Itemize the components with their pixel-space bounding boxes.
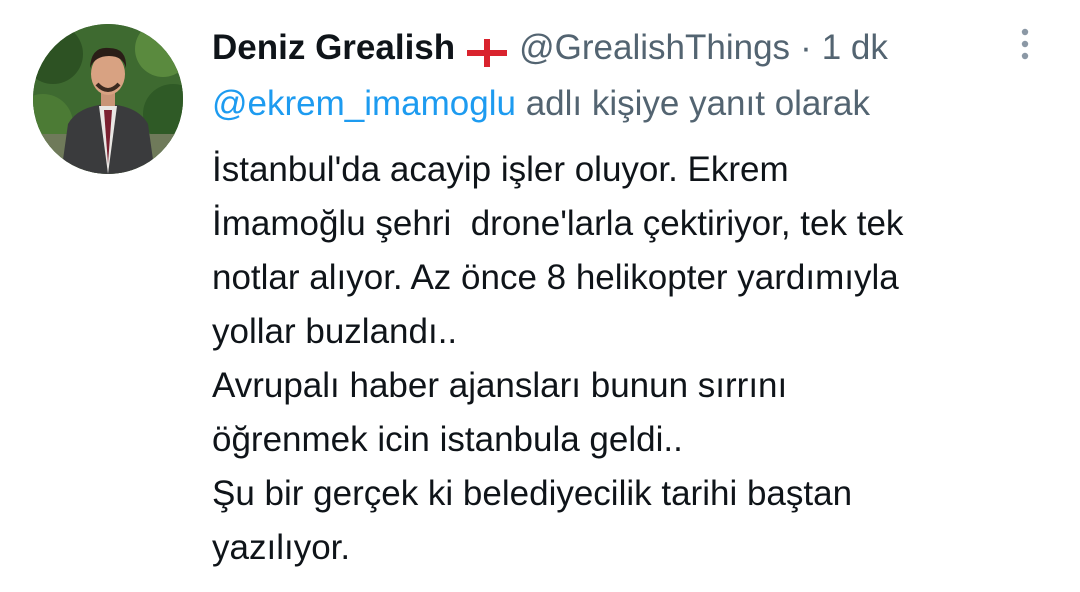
tweet-text-line: yollar buzlandı.. bbox=[212, 312, 458, 351]
tweet-header: Deniz Grealish @GrealishThings · 1 dk bbox=[212, 26, 888, 70]
vertical-ellipsis-icon bbox=[1021, 28, 1029, 60]
tweet-text-line: İmamoğlu şehri drone'larla çektiriyor, t… bbox=[212, 204, 904, 243]
reply-context: @ekrem_imamoglu adlı kişiye yanıt olarak bbox=[212, 82, 870, 126]
reply-suffix: adlı kişiye yanıt olarak bbox=[515, 84, 871, 123]
tweet-text-line: Şu bir gerçek ki belediyecilik tarihi ba… bbox=[212, 474, 853, 513]
separator: · bbox=[800, 28, 812, 67]
tweet-text-line: öğrenmek icin istanbula geldi.. bbox=[212, 420, 683, 459]
display-name[interactable]: Deniz Grealish bbox=[212, 26, 455, 70]
avatar-image bbox=[33, 24, 183, 174]
avatar[interactable] bbox=[33, 24, 183, 174]
tweet-text-line: Avrupalı haber ajansları bunun sırrını bbox=[212, 366, 788, 405]
timestamp[interactable]: 1 dk bbox=[822, 26, 888, 70]
more-options-button[interactable] bbox=[1010, 22, 1040, 66]
handle[interactable]: @GrealishThings bbox=[519, 26, 790, 70]
england-flag-icon bbox=[467, 34, 508, 67]
tweet[interactable]: Deniz Grealish @GrealishThings · 1 dk @e… bbox=[0, 0, 1080, 592]
reply-mention-link[interactable]: @ekrem_imamoglu bbox=[212, 84, 516, 123]
tweet-text: İstanbul'da acayip işler oluyor. Ekrem İ… bbox=[212, 143, 1052, 575]
tweet-text-line: İstanbul'da acayip işler oluyor. Ekrem bbox=[212, 150, 789, 189]
tweet-text-line: yazılıyor. bbox=[212, 528, 351, 567]
tweet-text-line: notlar alıyor. Az önce 8 helikopter yard… bbox=[212, 258, 899, 297]
